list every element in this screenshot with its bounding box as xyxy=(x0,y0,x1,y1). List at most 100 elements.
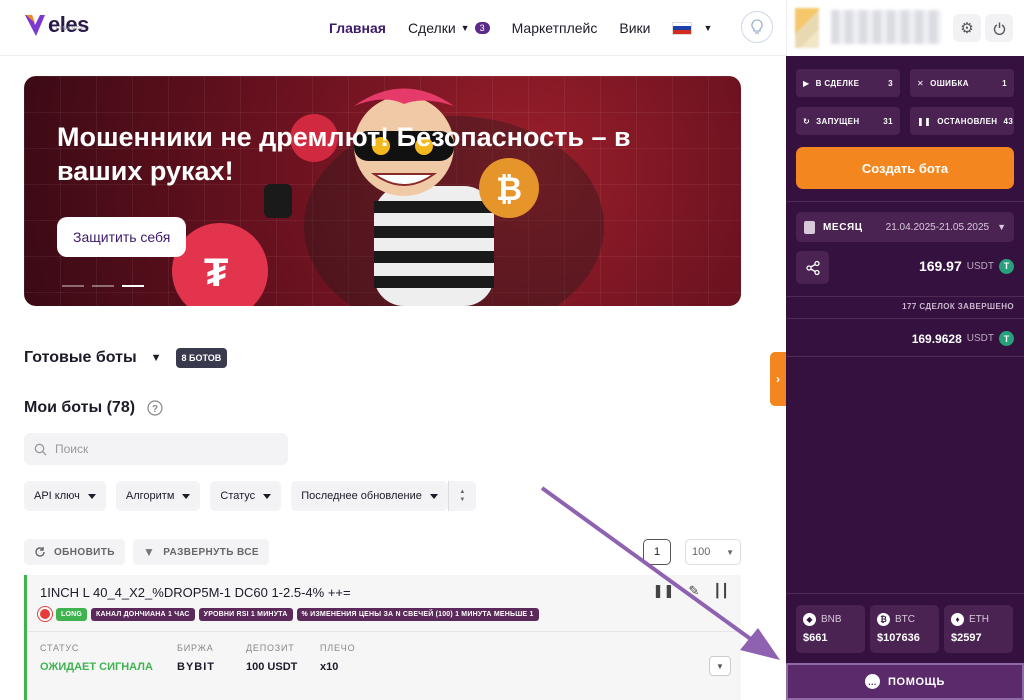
panel-toggle-button[interactable]: › xyxy=(770,352,786,406)
help-circle-icon[interactable]: ? xyxy=(147,400,163,416)
stat-stopped[interactable]: ❚❚ ОСТАНОВЛЕН 43 xyxy=(910,107,1014,135)
bot-expand-button[interactable]: ▼ xyxy=(709,656,731,676)
language-selector[interactable]: ▼ xyxy=(672,21,713,35)
create-bot-button[interactable]: Создать бота xyxy=(796,147,1014,189)
logout-button[interactable] xyxy=(985,14,1013,42)
nav-deals[interactable]: Сделки ▼ 3 xyxy=(408,20,490,36)
wallet-icon xyxy=(804,220,815,234)
bot-card[interactable]: 1INCH L 40_4_X2_%DROP5M-1 DC60 1-2.5-4% … xyxy=(24,575,741,700)
stat-error[interactable]: ✕ ОШИБКА 1 xyxy=(910,69,1014,97)
stat-label: В СДЕЛКЕ xyxy=(815,78,860,88)
tether-icon: T xyxy=(999,331,1014,346)
edit-icon[interactable]: ✎ xyxy=(688,583,699,599)
filter-label: Алгоритм xyxy=(125,490,175,502)
account-header: ⚙ xyxy=(786,0,1024,56)
stat-count: 31 xyxy=(883,116,893,126)
lightbulb-icon xyxy=(751,19,763,34)
coin-eth[interactable]: ♦ ETH $2597 xyxy=(944,605,1013,653)
chart-candles-icon[interactable]: ┃┃ xyxy=(713,583,729,599)
bot-name[interactable]: 1INCH L 40_4_X2_%DROP5M-1 DC60 1-2.5-4% … xyxy=(40,585,351,600)
bot-leverage: ПЛЕЧО x10 xyxy=(320,643,355,673)
chevron-down-icon: ▼ xyxy=(703,23,713,33)
chevron-down-icon: ▼ xyxy=(460,23,470,33)
bot-tag: УРОВНИ RSI 1 МИНУТА xyxy=(198,607,293,621)
bot-tag-direction: LONG xyxy=(56,607,88,621)
divider xyxy=(27,631,741,632)
status-value: ОЖИДАЕТ СИГНАЛА xyxy=(40,661,153,673)
period-selector[interactable]: МЕСЯЦ 21.04.2025-21.05.2025 ▼ xyxy=(796,212,1014,242)
stat-running[interactable]: ↻ ЗАПУЩЕН 31 xyxy=(796,107,900,135)
pause-icon: ❚❚ xyxy=(917,116,932,126)
main-nav: Главная Сделки ▼ 3 Маркетплейс Вики ▼ xyxy=(329,0,712,56)
bot-tag: % ИЗМЕНЕНИЯ ЦЕНЫ ЗА N СВЕЧЕЙ (100) 1 МИН… xyxy=(296,607,539,621)
logo-subtitle: FINANCE xyxy=(56,26,85,32)
bot-exchange: БИРЖА BYBIT xyxy=(177,643,215,673)
logo-text: eles xyxy=(48,12,89,37)
exchange-label: БИРЖА xyxy=(177,643,214,653)
filter-api-key[interactable]: API ключ xyxy=(24,481,106,511)
profit-amount: 169.97 USDT T xyxy=(919,258,1014,274)
filter-label: Статус xyxy=(220,490,256,502)
coin-name: BNB xyxy=(821,614,842,625)
banner-dot-active[interactable] xyxy=(122,285,144,287)
ready-bots-header[interactable]: Готовые боты ▼ 8 БОТОВ xyxy=(24,348,228,368)
veles-logo-icon xyxy=(25,15,45,36)
profit-currency: USDT xyxy=(966,260,994,272)
svg-text:?: ? xyxy=(152,404,158,415)
help-button[interactable]: … ПОМОЩЬ xyxy=(786,663,1024,700)
stat-label: ОШИБКА xyxy=(930,78,969,88)
svg-text:₮: ₮ xyxy=(204,251,228,295)
filter-last-update[interactable]: Последнее обновление xyxy=(291,481,448,511)
coin-price: $2597 xyxy=(951,632,982,644)
bot-deposit: ДЕПОЗИТ 100 USDT xyxy=(246,643,297,673)
protect-yourself-button[interactable]: Защитить себя xyxy=(57,217,187,257)
avatar[interactable] xyxy=(795,8,819,48)
banner-dot[interactable] xyxy=(62,285,84,287)
nav-marketplace[interactable]: Маркетплейс xyxy=(512,20,598,36)
leverage-value: x10 xyxy=(320,661,339,673)
sort-down-icon: ▼ xyxy=(459,497,466,503)
divider xyxy=(786,318,1024,319)
settings-button[interactable]: ⚙ xyxy=(953,14,981,42)
play-icon: ▶ xyxy=(803,78,810,88)
help-label: ПОМОЩЬ xyxy=(888,675,945,688)
expand-all-label: РАЗВЕРНУТЬ ВСЕ xyxy=(163,546,259,558)
banner-dot[interactable] xyxy=(92,285,114,287)
refresh-button[interactable]: ОБНОВИТЬ xyxy=(24,539,125,565)
promo-banner[interactable]: ₮ ₿ Мошенники не дремлют! Безопасность –… xyxy=(24,76,741,306)
filter-status[interactable]: Статус xyxy=(210,481,282,511)
share-button[interactable] xyxy=(796,251,829,284)
search-placeholder: Поиск xyxy=(55,442,89,456)
bot-tags: LONG КАНАЛ ДОНЧИАНА 1 ЧАС УРОВНИ RSI 1 М… xyxy=(38,607,539,621)
theme-toggle-button[interactable] xyxy=(741,11,773,43)
my-bots-title: Мои боты (78) xyxy=(24,399,136,416)
stat-in-deal[interactable]: ▶ В СДЕЛКЕ 3 xyxy=(796,69,900,97)
pause-icon[interactable]: ❚❚ xyxy=(653,583,675,599)
current-page[interactable]: 1 xyxy=(643,539,671,565)
deposit-value: 100 USDT xyxy=(246,661,298,673)
expand-all-button[interactable]: ▼ РАЗВЕРНУТЬ ВСЕ xyxy=(133,539,269,565)
search-input[interactable]: Поиск xyxy=(24,433,288,465)
chevron-down-icon xyxy=(182,493,191,499)
divider xyxy=(786,356,1024,357)
nav-home[interactable]: Главная xyxy=(329,20,386,36)
coin-name: ETH xyxy=(969,614,989,625)
per-page-select[interactable]: 100 ▼ xyxy=(685,539,741,565)
btc-icon: ₿ xyxy=(877,613,890,626)
filter-algorithm[interactable]: Алгоритм xyxy=(115,481,201,511)
chevron-down-icon: ▼ xyxy=(150,352,162,364)
refresh-icon xyxy=(35,547,45,557)
stat-count: 3 xyxy=(888,78,893,88)
eth-icon: ♦ xyxy=(951,613,964,626)
coin-bnb[interactable]: ◆ BNB $661 xyxy=(796,605,865,653)
bot-tag: КАНАЛ ДОНЧИАНА 1 ЧАС xyxy=(91,607,195,621)
chat-bubble-icon: … xyxy=(865,674,881,689)
ready-bots-title: Готовые боты xyxy=(24,349,137,366)
sort-up-icon: ▲ xyxy=(459,489,466,495)
coin-btc[interactable]: ₿ BTC $107636 xyxy=(870,605,939,653)
nav-wiki[interactable]: Вики xyxy=(619,20,650,36)
divider xyxy=(786,296,1024,297)
sort-toggle-button[interactable]: ▲ ▼ xyxy=(447,481,476,511)
period-dates: 21.04.2025-21.05.2025 xyxy=(885,221,990,233)
logo[interactable]: eles xyxy=(24,12,89,38)
